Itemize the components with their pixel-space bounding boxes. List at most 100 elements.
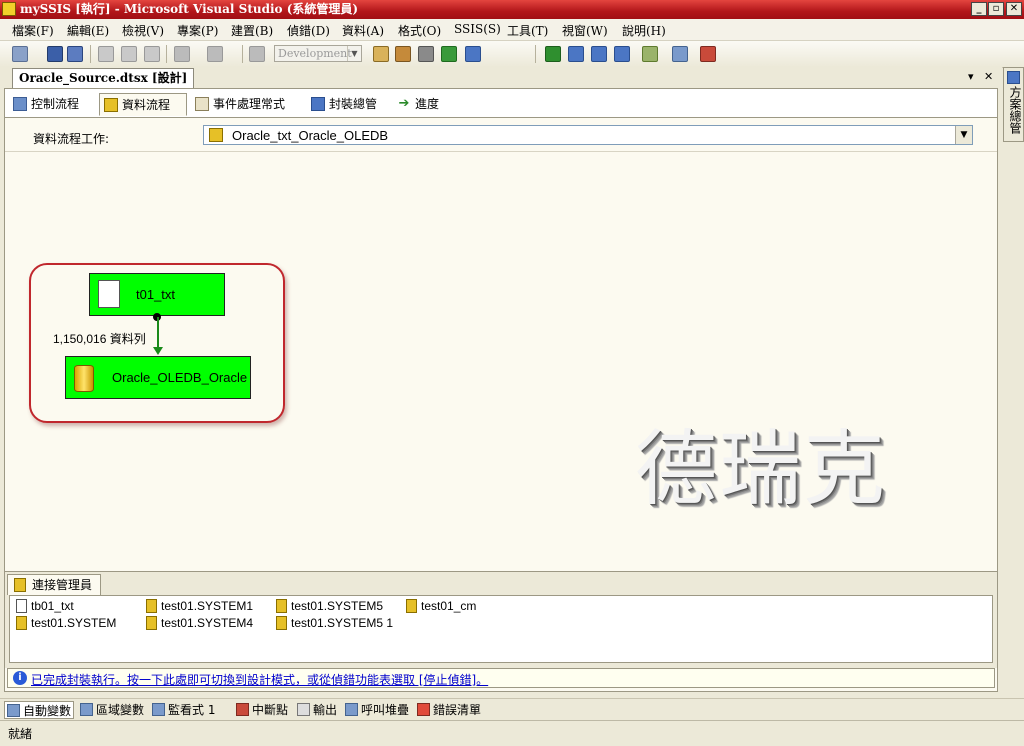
connection-item[interactable]: test01.SYSTEM5 [274, 599, 383, 613]
autos-icon [7, 704, 20, 717]
menu-file[interactable]: 檔案(F) [12, 22, 54, 39]
row-count-label: 1,150,016 資料列 [53, 332, 146, 346]
chevron-down-icon: ▼ [347, 46, 361, 61]
pause-icon[interactable] [568, 46, 584, 62]
menu-help[interactable]: 說明(H) [622, 22, 666, 39]
info-icon: i [13, 671, 27, 685]
save-icon[interactable] [47, 46, 63, 62]
db-connection-icon [146, 616, 157, 630]
toolbar-separator [242, 45, 243, 63]
solution-explorer-pin[interactable]: 方案總管 [1003, 67, 1024, 142]
maximize-button[interactable]: ▫ [988, 2, 1004, 16]
start-debugging-icon[interactable] [249, 46, 265, 62]
cut-icon[interactable] [98, 46, 114, 62]
tab-package-explorer[interactable]: 封裝總管 [307, 93, 387, 116]
document-tab-strip: Oracle_Source.dtsx [設計] ▾ ✕ [0, 67, 1002, 88]
output-icon [297, 703, 310, 716]
locals-icon [80, 703, 93, 716]
execution-complete-link[interactable]: 已完成封裝執行。按一下此處即可切換到設計模式，或從偵錯功能表選取 [停止偵錯]。 [31, 671, 488, 688]
menu-format[interactable]: 格式(O) [398, 22, 441, 39]
solution-explorer-label: 方案總管 [1008, 86, 1022, 134]
hex-display-icon[interactable] [672, 46, 688, 62]
flat-file-source-icon [98, 280, 120, 308]
step-into-icon[interactable] [642, 46, 658, 62]
tool-window-tabs: 自動變數 區域變數 監看式 1 中斷點 輸出 呼叫堆疊 錯誤清單 [0, 698, 1024, 721]
status-text: 就緒 [8, 727, 33, 741]
active-files-dropdown-icon[interactable]: ▾ [968, 70, 974, 83]
menu-tools[interactable]: 工具(T) [507, 22, 548, 39]
flat-file-icon [16, 599, 27, 613]
tab-progress[interactable]: ➔ 進度 [393, 93, 453, 116]
source-component-label: t01_txt [136, 287, 176, 302]
object-browser-icon[interactable] [441, 46, 457, 62]
connection-item[interactable]: tb01_txt [14, 599, 74, 613]
app-icon [2, 2, 16, 16]
save-all-icon[interactable] [67, 46, 83, 62]
execution-info-bar[interactable]: i 已完成封裝執行。按一下此處即可切換到設計模式，或從偵錯功能表選取 [停止偵錯… [7, 668, 995, 688]
solution-explorer-icon [1007, 71, 1020, 84]
menu-build[interactable]: 建置(B) [231, 22, 273, 39]
event-handler-icon [195, 97, 209, 111]
tab-locals[interactable]: 區域變數 [78, 701, 148, 719]
connection-managers-list[interactable]: tb01_txt test01.SYSTEM test01.SYSTEM1 te… [9, 595, 993, 663]
copy-icon[interactable] [121, 46, 137, 62]
data-path[interactable] [157, 317, 159, 348]
redo-icon[interactable] [207, 46, 223, 62]
menu-edit[interactable]: 編輯(E) [67, 22, 109, 39]
toolbox-icon[interactable] [465, 46, 481, 62]
connection-item[interactable]: test01.SYSTEM5 1 [274, 616, 393, 630]
properties-icon[interactable] [395, 46, 411, 62]
window-title: mySSIS [執行] - Microsoft Visual Studio (系… [20, 2, 359, 16]
close-document-icon[interactable]: ✕ [984, 70, 993, 83]
menu-view[interactable]: 檢視(V) [122, 22, 164, 39]
oledb-destination-component[interactable]: Oracle_OLEDB_Oracle [65, 356, 251, 399]
close-button[interactable]: ✕ [1006, 2, 1022, 16]
data-flow-task-row: 資料流程工作: Oracle_txt_Oracle_OLEDB ▼ [5, 118, 997, 152]
connection-item[interactable]: test01.SYSTEM4 [144, 616, 253, 630]
package-designer: 控制流程 資料流程 事件處理常式 封裝總管 ➔ 進度 資料流程工作: Oracl… [4, 88, 998, 692]
flat-file-source-component[interactable]: t01_txt [89, 273, 225, 316]
new-project-icon[interactable] [12, 46, 28, 62]
connection-managers-tab[interactable]: 連接管理員 [7, 574, 102, 595]
db-connection-icon [276, 616, 287, 630]
data-flow-task-label: 資料流程工作: [33, 132, 110, 146]
connection-manager-icon [14, 578, 26, 592]
call-stack-icon [345, 703, 358, 716]
connection-item[interactable]: test01.SYSTEM [14, 616, 116, 630]
find-in-files-icon[interactable] [373, 46, 389, 62]
data-flow-canvas[interactable]: t01_txt 1,150,016 資料列 Oracle_OLEDB_Oracl… [5, 152, 997, 566]
data-flow-task-select[interactable]: Oracle_txt_Oracle_OLEDB ▼ [203, 125, 973, 145]
data-path-arrow-icon [153, 347, 163, 355]
connection-item[interactable]: test01.SYSTEM1 [144, 599, 253, 613]
error-list-icon [417, 703, 430, 716]
continue-icon[interactable] [545, 46, 561, 62]
tab-control-flow[interactable]: 控制流程 [9, 93, 97, 116]
tools-icon[interactable] [418, 46, 434, 62]
undo-icon[interactable] [174, 46, 190, 62]
connection-item[interactable]: test01_cm [404, 599, 476, 613]
tab-call-stack[interactable]: 呼叫堆疊 [343, 701, 413, 719]
stop-icon[interactable] [591, 46, 607, 62]
tab-output[interactable]: 輸出 [295, 701, 341, 719]
tab-autos[interactable]: 自動變數 [4, 701, 74, 719]
toolbar-separator [90, 45, 91, 63]
menu-data[interactable]: 資料(A) [342, 22, 384, 39]
document-tab[interactable]: Oracle_Source.dtsx [設計] [12, 68, 195, 88]
menu-project[interactable]: 專案(P) [177, 22, 218, 39]
tab-watch[interactable]: 監看式 1 [150, 701, 220, 719]
paste-icon[interactable] [144, 46, 160, 62]
breakpoints-window-icon[interactable] [700, 46, 716, 62]
oledb-destination-icon [74, 365, 94, 392]
restart-icon[interactable] [614, 46, 630, 62]
tab-breakpoints[interactable]: 中斷點 [234, 701, 294, 719]
tab-error-list[interactable]: 錯誤清單 [415, 701, 485, 719]
tab-event-handlers[interactable]: 事件處理常式 [191, 93, 301, 116]
minimize-button[interactable]: _ [971, 2, 987, 16]
menu-debug[interactable]: 偵錯(D) [287, 22, 330, 39]
destination-component-label: Oracle_OLEDB_Oracle [112, 370, 248, 385]
menu-window[interactable]: 視窗(W) [562, 22, 608, 39]
tab-data-flow[interactable]: 資料流程 [99, 93, 187, 116]
solution-configuration-select[interactable]: Development ▼ [274, 45, 362, 62]
menu-ssis[interactable]: SSIS(S) [454, 22, 501, 36]
chevron-down-icon[interactable]: ▼ [955, 126, 972, 144]
